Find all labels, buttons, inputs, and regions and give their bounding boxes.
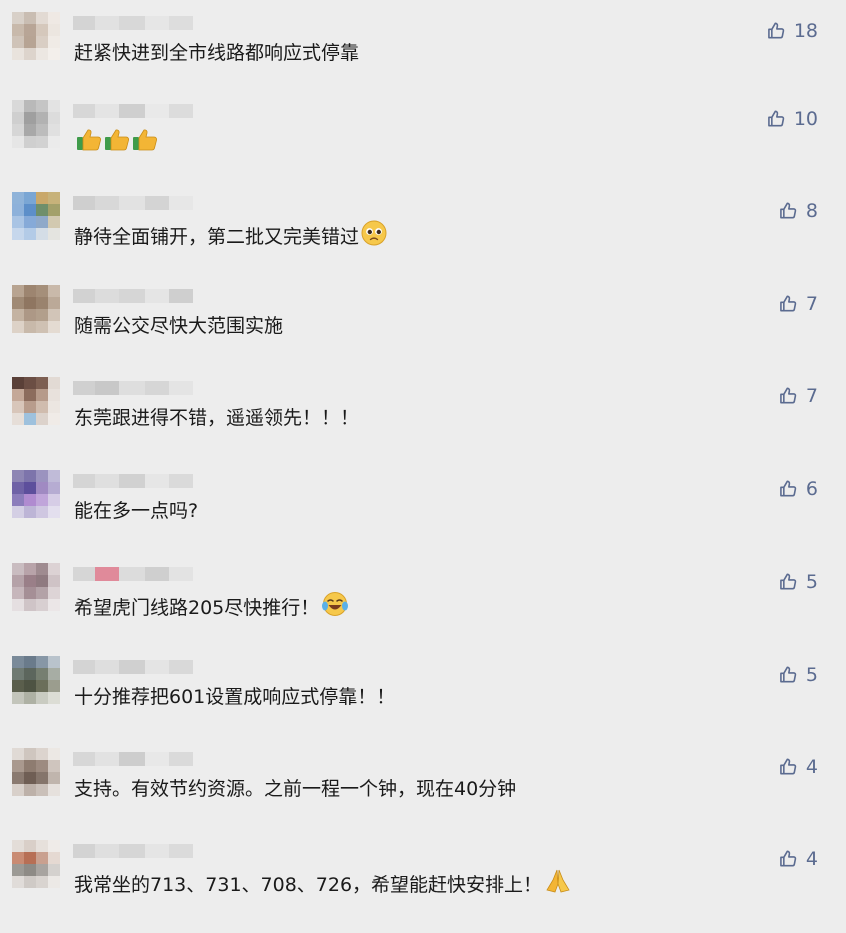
comment-text: 十分推荐把601设置成响应式停靠！！ [74, 684, 395, 710]
thumbs-up-icon [778, 201, 798, 221]
comment-text-content: 静待全面铺开，第二批又完美错过 [74, 225, 360, 248]
comment-text-content: 赶紧快进到全市线路都响应式停靠 [74, 42, 360, 64]
nickname-blurred[interactable] [73, 567, 193, 581]
comment-text: 支持。有效节约资源。之前一程一个钟，现在40分钟 [74, 776, 516, 802]
like-button[interactable]: 5 [778, 571, 818, 593]
nickname-blurred[interactable] [73, 104, 193, 118]
laughing-crying-face-emoji [321, 591, 349, 624]
like-count: 18 [793, 20, 818, 42]
avatar[interactable] [12, 748, 60, 796]
comment-item: 十分推荐把601设置成响应式停靠！！ 5 [0, 656, 846, 749]
avatar[interactable] [12, 12, 60, 60]
nickname-blurred[interactable] [73, 660, 193, 674]
avatar[interactable] [12, 563, 60, 611]
like-button[interactable]: 6 [778, 478, 818, 500]
nickname-blurred[interactable] [73, 844, 193, 858]
avatar[interactable] [12, 100, 60, 148]
comment-text: 赶紧快进到全市线路都响应式停靠 [74, 40, 359, 66]
comment-text-content: 十分推荐把601设置成响应式停靠！！ [74, 686, 396, 708]
nickname-blurred[interactable] [73, 381, 193, 395]
comment-text: 静待全面铺开，第二批又完美错过 [74, 220, 387, 253]
comment-item: 能在多一点吗? 6 [0, 470, 846, 563]
like-count: 4 [805, 848, 818, 870]
folded-hands-emoji [544, 868, 572, 901]
nickname-blurred[interactable] [73, 196, 193, 210]
comment-text-content: 我常坐的713、731、708、726，希望能赶快安排上！ [74, 873, 543, 896]
like-button[interactable]: 4 [778, 848, 818, 870]
avatar[interactable] [12, 377, 60, 425]
thumbs-up-icon [778, 757, 798, 777]
comment-text-content: 希望虎门线路205尽快推行！ [74, 596, 320, 619]
thumbs-up-emoji [76, 128, 102, 159]
avatar[interactable] [12, 840, 60, 888]
like-count: 10 [793, 108, 818, 130]
comment-item: 随需公交尽快大范围实施 7 [0, 285, 846, 378]
thumbs-up-icon [778, 294, 798, 314]
thumbs-up-emoji [104, 128, 130, 159]
comment-text: 我常坐的713、731、708、726，希望能赶快安排上！ [74, 868, 572, 901]
nickname-blurred[interactable] [73, 16, 193, 30]
like-count: 6 [805, 478, 818, 500]
thumbs-up-icon [766, 109, 786, 129]
like-count: 7 [805, 293, 818, 315]
nickname-blurred[interactable] [73, 474, 193, 488]
comment-item: 东莞跟进得不错，遥遥领先！！！ 7 [0, 377, 846, 470]
like-count: 5 [805, 571, 818, 593]
comment-text-content: 随需公交尽快大范围实施 [74, 315, 284, 337]
avatar[interactable] [12, 285, 60, 333]
comment-text-content: 能在多一点吗? [74, 500, 199, 522]
comment-item: 10 [0, 100, 846, 193]
avatar[interactable] [12, 470, 60, 518]
comment-item: 静待全面铺开，第二批又完美错过 8 [0, 192, 846, 285]
like-button[interactable]: 7 [778, 293, 818, 315]
thumbs-up-icon [778, 572, 798, 592]
comment-text: 随需公交尽快大范围实施 [74, 313, 283, 339]
comment-item: 希望虎门线路205尽快推行！ 5 [0, 563, 846, 656]
comment-list: 赶紧快进到全市线路都响应式停靠 18 10 静待全面铺开，第二批又完美错过 8 随需公交尽… [0, 0, 846, 915]
comment-text [74, 128, 158, 159]
comment-text-content: 支持。有效节约资源。之前一程一个钟，现在40分钟 [74, 778, 517, 800]
avatar[interactable] [12, 192, 60, 240]
like-count: 5 [805, 664, 818, 686]
like-button[interactable]: 4 [778, 756, 818, 778]
like-count: 8 [805, 200, 818, 222]
like-count: 7 [805, 385, 818, 407]
like-button[interactable]: 10 [766, 108, 818, 130]
like-button[interactable]: 5 [778, 664, 818, 686]
like-button[interactable]: 8 [778, 200, 818, 222]
thumbs-up-icon [778, 479, 798, 499]
like-button[interactable]: 18 [766, 20, 818, 42]
comment-text-content: 东莞跟进得不错，遥遥领先！！！ [74, 407, 360, 429]
comment-text: 能在多一点吗? [74, 498, 198, 524]
thumbs-up-icon [766, 21, 786, 41]
thumbs-up-emoji [132, 128, 158, 159]
thumbs-up-icon [778, 386, 798, 406]
nickname-blurred[interactable] [73, 752, 193, 766]
nickname-blurred[interactable] [73, 289, 193, 303]
comment-item: 我常坐的713、731、708、726，希望能赶快安排上！ 4 [0, 840, 846, 933]
pleading-face-emoji [361, 220, 387, 253]
thumbs-up-icon [778, 849, 798, 869]
thumbs-up-icon [778, 665, 798, 685]
comment-text: 东莞跟进得不错，遥遥领先！！！ [74, 405, 359, 431]
comment-text: 希望虎门线路205尽快推行！ [74, 591, 349, 624]
avatar[interactable] [12, 656, 60, 704]
comment-item: 支持。有效节约资源。之前一程一个钟，现在40分钟 4 [0, 748, 846, 841]
like-count: 4 [805, 756, 818, 778]
comment-item: 赶紧快进到全市线路都响应式停靠 18 [0, 12, 846, 105]
like-button[interactable]: 7 [778, 385, 818, 407]
